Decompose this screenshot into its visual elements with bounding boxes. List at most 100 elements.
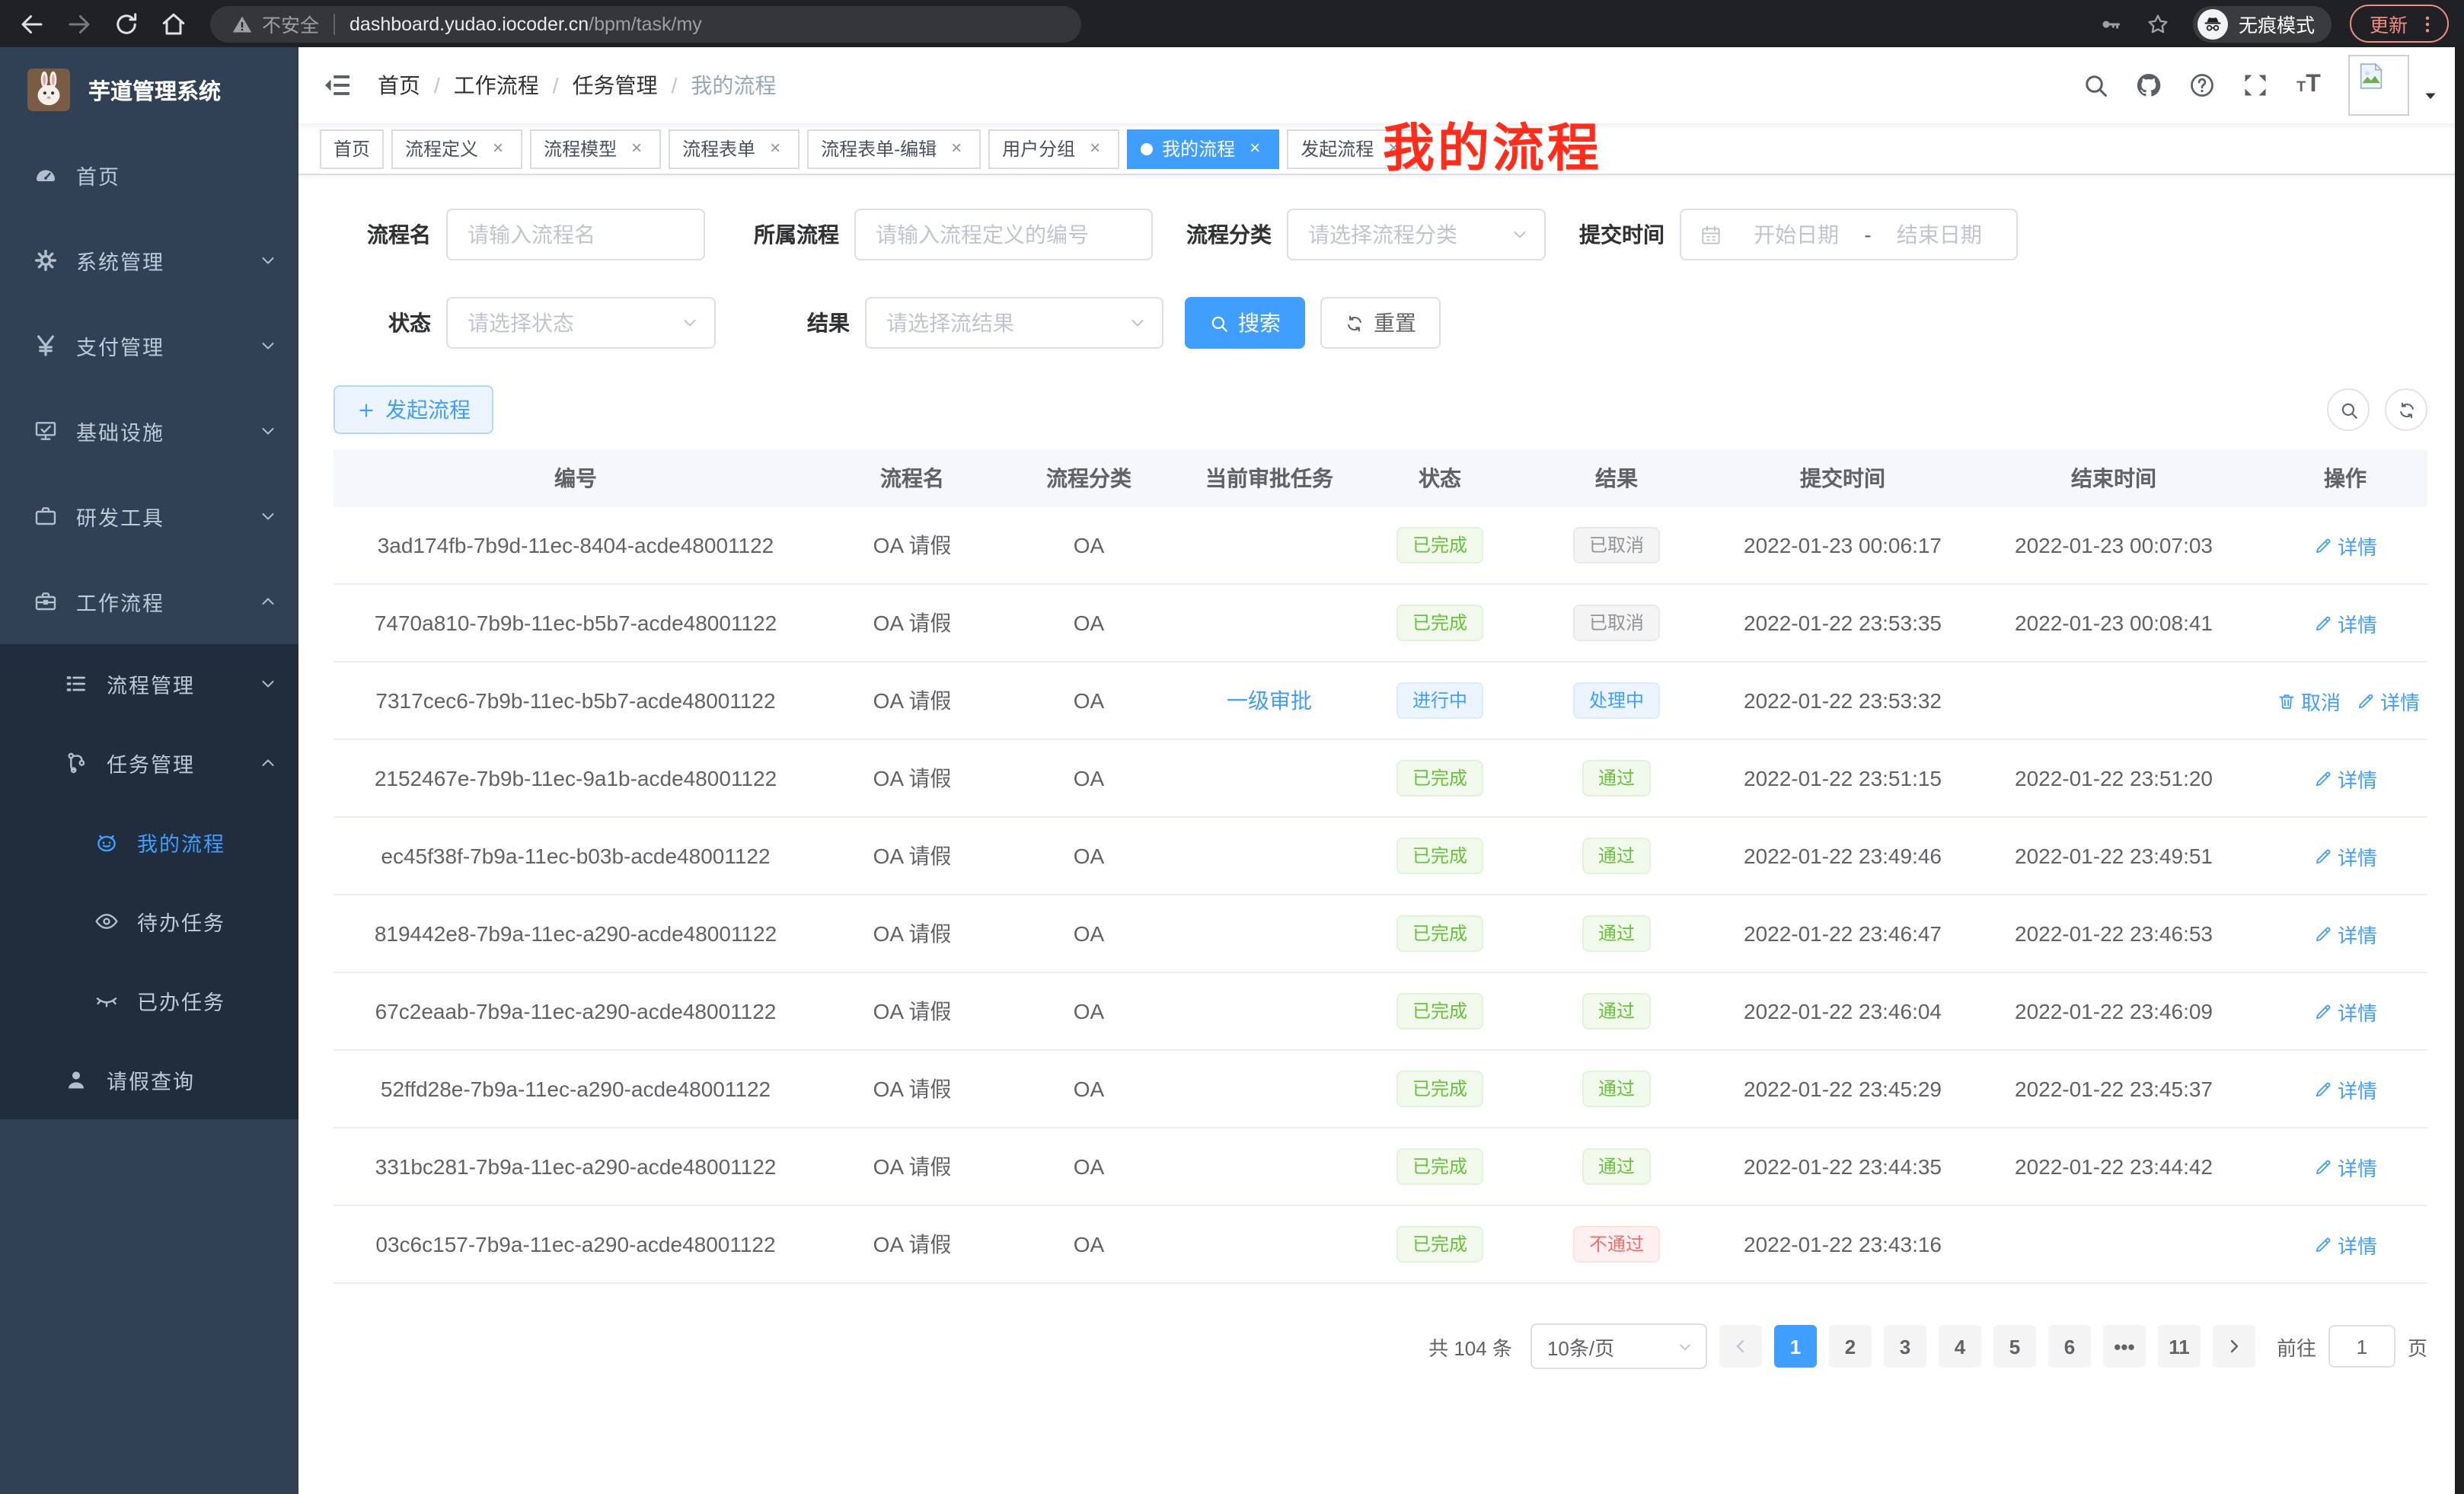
back-icon[interactable] [18, 10, 46, 37]
address-bar[interactable]: 不安全 dashboard.yudao.iocoder.cn /bpm/task… [210, 5, 1081, 42]
page-button-5[interactable]: 5 [1993, 1325, 2036, 1368]
github-icon[interactable] [2135, 72, 2162, 99]
detail-link[interactable]: 详情 [2313, 608, 2377, 637]
next-page-button[interactable] [2213, 1325, 2255, 1368]
definition-input[interactable] [854, 209, 1153, 260]
breadcrumb-item-0[interactable]: 首页 [378, 70, 420, 101]
sidebar-item-9[interactable]: 待办任务 [0, 882, 298, 961]
start-process-button[interactable]: 发起流程 [334, 385, 493, 434]
reload-icon[interactable] [113, 10, 140, 37]
category-select[interactable]: 请选择流程分类 [1287, 209, 1546, 260]
detail-link[interactable]: 详情 [2313, 1074, 2377, 1103]
breadcrumb-item-2[interactable]: 任务管理 [573, 70, 658, 101]
detail-link[interactable]: 详情 [2313, 531, 2377, 560]
avatar[interactable] [2348, 55, 2409, 116]
search-button[interactable]: 搜索 [1185, 297, 1305, 349]
app-title: 芋道管理系统 [88, 74, 221, 106]
search-icon [2338, 400, 2358, 420]
result-placeholder: 请选择流结果 [886, 308, 1014, 338]
window-edge-scrollbar[interactable] [2455, 47, 2464, 1494]
page-size-select[interactable]: 10条/页 [1530, 1323, 1707, 1369]
status-placeholder: 请选择状态 [468, 308, 574, 338]
logo-row[interactable]: 芋道管理系统 [0, 47, 298, 132]
tab-close-icon[interactable]: × [1244, 138, 1266, 159]
search-icon[interactable] [2082, 72, 2109, 99]
table-row-0: 3ad174fb-7b9d-11ec-8404-acde48001122OA 请… [334, 507, 2427, 584]
name-input[interactable] [446, 209, 705, 260]
page-button-3[interactable]: 3 [1884, 1325, 1926, 1368]
cell-id: 52ffd28e-7b9a-11ec-a290-acde48001122 [334, 1050, 818, 1128]
result-select[interactable]: 请选择流结果 [865, 297, 1163, 349]
detail-link[interactable]: 详情 [2313, 1230, 2377, 1259]
tab-4[interactable]: 流程表单-编辑× [807, 129, 981, 168]
sidebar-item-3[interactable]: 基础设施 [0, 388, 298, 474]
status-select[interactable]: 请选择状态 [446, 297, 716, 349]
breadcrumb-item-1[interactable]: 工作流程 [454, 70, 539, 101]
cell-submit-time: 2022-01-22 23:45:29 [1721, 1050, 1964, 1128]
help-icon[interactable] [2188, 72, 2216, 99]
tab-1[interactable]: 流程定义× [391, 129, 522, 168]
sidebar-item-1[interactable]: 系统管理 [0, 218, 298, 303]
tab-close-icon[interactable]: × [626, 138, 647, 159]
cell-result: 通过 [1512, 1050, 1721, 1128]
page-button-11[interactable]: 11 [2158, 1325, 2201, 1368]
cell-id: 7470a810-7b9b-11ec-b5b7-acde48001122 [334, 584, 818, 662]
hamburger-icon[interactable] [323, 70, 353, 101]
cell-submit-time: 2022-01-22 23:53:32 [1721, 662, 1964, 739]
tab-close-icon[interactable]: × [946, 138, 967, 159]
end-date-placeholder[interactable]: 结束日期 [1878, 219, 2001, 250]
sidebar-item-4[interactable]: 研发工具 [0, 474, 298, 559]
detail-link[interactable]: 详情 [2313, 841, 2377, 870]
detail-link[interactable]: 详情 [2313, 997, 2377, 1026]
tab-6[interactable]: 我的流程× [1127, 129, 1279, 168]
cell-status: 已完成 [1368, 739, 1512, 817]
more-pages-button[interactable]: ••• [2103, 1325, 2146, 1368]
bookmark-star-icon[interactable] [2146, 11, 2170, 36]
password-key-icon[interactable] [2099, 11, 2123, 36]
sidebar-item-5[interactable]: 工作流程 [0, 559, 298, 644]
sidebar-item-0[interactable]: 首页 [0, 132, 298, 218]
sidebar-item-6[interactable]: 流程管理 [0, 644, 298, 723]
cell-submit-time: 2022-01-22 23:43:16 [1721, 1205, 1964, 1283]
font-size-icon[interactable]: TT [2295, 72, 2322, 99]
sidebar-item-10[interactable]: 已办任务 [0, 961, 298, 1040]
prev-page-button[interactable] [1719, 1325, 1762, 1368]
sidebar-item-7[interactable]: 任务管理 [0, 723, 298, 803]
tab-close-icon[interactable]: × [1084, 138, 1106, 159]
reset-button[interactable]: 重置 [1320, 297, 1441, 349]
kebab-menu-icon[interactable] [2417, 13, 2438, 34]
sidebar-item-2[interactable]: 支付管理 [0, 303, 298, 388]
update-button[interactable]: 更新 [2350, 5, 2449, 43]
status-badge: 进行中 [1397, 682, 1483, 719]
submit-time-range[interactable]: 开始日期 - 结束日期 [1680, 209, 2018, 260]
cancel-link[interactable]: 取消 [2277, 686, 2341, 715]
refresh-icon [1345, 313, 1364, 333]
column-header: 操作 [2263, 449, 2427, 507]
current-task-link[interactable]: 一级审批 [1227, 688, 1312, 713]
home-icon[interactable] [160, 10, 187, 37]
caret-down-icon[interactable] [2421, 87, 2440, 105]
tab-close-icon[interactable]: × [487, 138, 509, 159]
sidebar-item-8[interactable]: 我的流程 [0, 803, 298, 882]
start-date-placeholder[interactable]: 开始日期 [1735, 219, 1858, 250]
detail-link[interactable]: 详情 [2313, 764, 2377, 793]
forward-icon[interactable] [65, 10, 93, 37]
tab-5[interactable]: 用户分组× [988, 129, 1119, 168]
tab-0[interactable]: 首页 [320, 129, 384, 168]
goto-page-input[interactable] [2328, 1325, 2395, 1368]
tab-2[interactable]: 流程模型× [530, 129, 661, 168]
fullscreen-icon[interactable] [2242, 72, 2269, 99]
sidebar-item-11[interactable]: 请假查询 [0, 1040, 298, 1119]
page-button-6[interactable]: 6 [2048, 1325, 2091, 1368]
page-button-2[interactable]: 2 [1829, 1325, 1872, 1368]
page-button-1[interactable]: 1 [1774, 1325, 1817, 1368]
detail-link[interactable]: 详情 [2313, 919, 2377, 948]
tab-close-icon[interactable]: × [764, 138, 786, 159]
page-button-4[interactable]: 4 [1939, 1325, 1981, 1368]
show-search-button[interactable] [2327, 388, 2370, 431]
tab-3[interactable]: 流程表单× [669, 129, 800, 168]
refresh-list-button[interactable] [2385, 388, 2427, 431]
detail-link[interactable]: 详情 [2356, 686, 2420, 715]
content: 流程名 所属流程 流程分类 请选择流程分类 提交时间 开始日期 - 结束日期 [298, 175, 2464, 1494]
detail-link[interactable]: 详情 [2313, 1152, 2377, 1181]
